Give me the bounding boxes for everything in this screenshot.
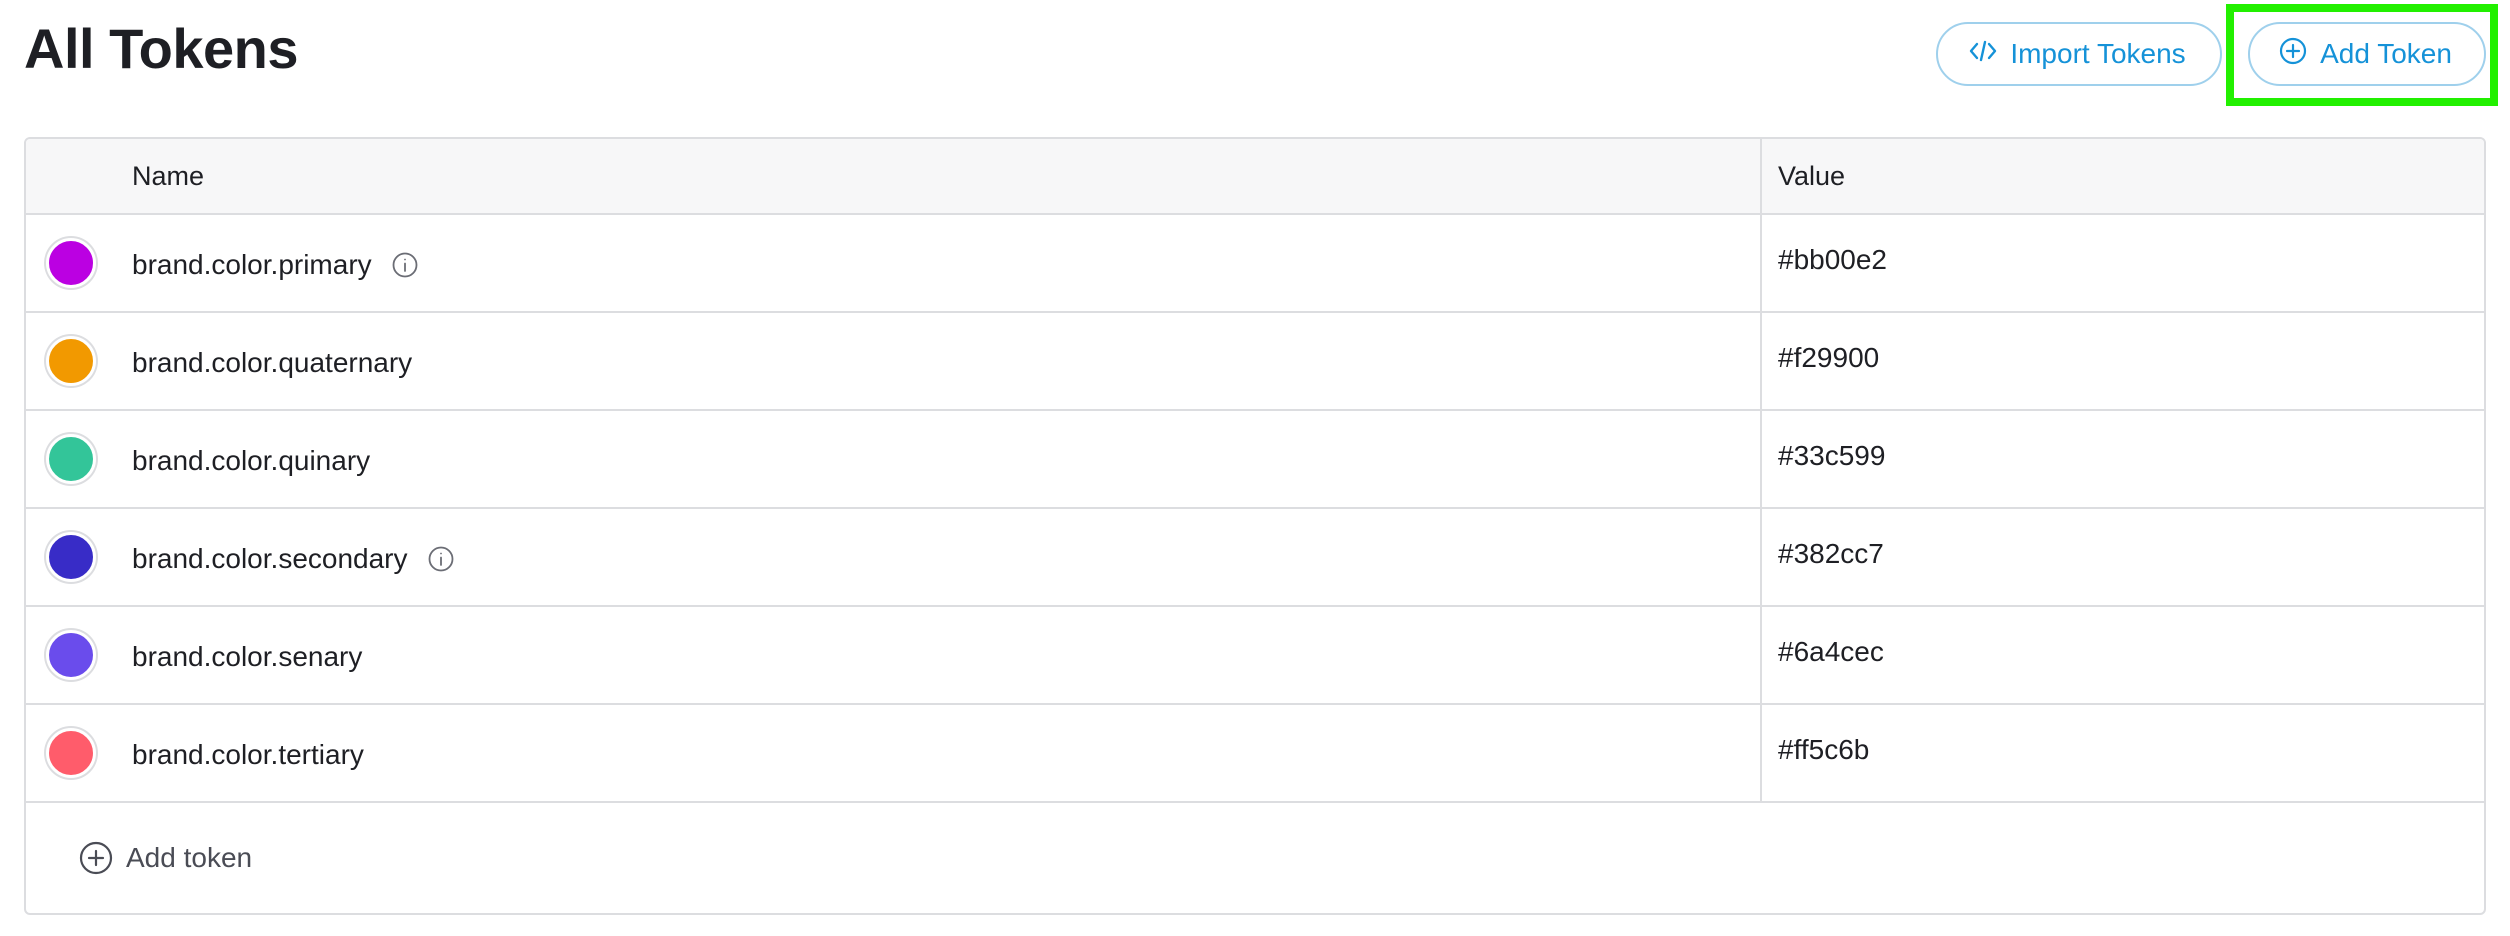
table-row[interactable]: brand.color.tertiary #ff5c6b	[26, 705, 2484, 803]
color-swatch[interactable]	[46, 532, 96, 582]
swatch-cell	[26, 509, 132, 605]
token-name: brand.color.quinary	[132, 445, 371, 476]
token-name: brand.color.secondary	[132, 543, 408, 574]
color-swatch[interactable]	[46, 630, 96, 680]
table-row[interactable]: brand.color.quinary #33c599	[26, 411, 2484, 509]
token-name: brand.color.senary	[132, 641, 363, 672]
token-name-cell: brand.color.secondary	[132, 509, 1762, 605]
token-value: #382cc7	[1778, 538, 1884, 569]
add-token-row[interactable]: Add token	[26, 803, 2484, 913]
plus-circle-icon	[78, 840, 114, 876]
column-header-value: Value	[1778, 160, 1846, 191]
token-name-cell: brand.color.senary	[132, 607, 1762, 703]
color-swatch[interactable]	[46, 434, 96, 484]
import-tokens-button[interactable]: Import Tokens	[1936, 22, 2222, 86]
table-row[interactable]: brand.color.senary #6a4cec	[26, 607, 2484, 705]
add-token-button[interactable]: Add Token	[2248, 22, 2486, 86]
swatch-cell	[26, 313, 132, 409]
color-swatch[interactable]	[46, 336, 96, 386]
code-icon	[1968, 36, 1998, 73]
tokens-table: Name Value brand.color.primary #bb00e2 bra…	[24, 137, 2486, 915]
page-title: All Tokens	[24, 17, 299, 80]
info-icon[interactable]	[426, 544, 456, 574]
table-row[interactable]: brand.color.secondary #382cc7	[26, 509, 2484, 607]
token-value: #f29900	[1778, 342, 1880, 373]
swatch-cell	[26, 215, 132, 311]
table-body: brand.color.primary #bb00e2 brand.color.qu…	[26, 215, 2484, 803]
token-name: brand.color.quaternary	[132, 347, 413, 378]
token-name-cell: brand.color.quinary	[132, 411, 1762, 507]
token-value: #bb00e2	[1778, 244, 1888, 275]
info-icon[interactable]	[390, 250, 420, 280]
add-token-row-label: Add token	[126, 842, 253, 873]
tokens-page: All Tokens Import Tokens Add Token Name …	[0, 0, 2510, 936]
table-header: Name Value	[26, 139, 2484, 215]
import-tokens-label: Import Tokens	[2010, 38, 2186, 69]
token-name: brand.color.tertiary	[132, 739, 364, 770]
table-row[interactable]: brand.color.quaternary #f29900	[26, 313, 2484, 411]
table-row[interactable]: brand.color.primary #bb00e2	[26, 215, 2484, 313]
token-name: brand.color.primary	[132, 249, 372, 280]
swatch-cell	[26, 607, 132, 703]
token-value: #33c599	[1778, 440, 1886, 471]
color-swatch[interactable]	[46, 238, 96, 288]
swatch-cell	[26, 705, 132, 801]
swatch-cell	[26, 411, 132, 507]
column-header-name: Name	[132, 139, 1762, 213]
header-actions: Import Tokens Add Token	[1936, 4, 2498, 106]
color-swatch[interactable]	[46, 728, 96, 778]
header-swatch-cell	[26, 139, 132, 213]
token-value: #ff5c6b	[1778, 734, 1870, 765]
add-token-label: Add Token	[2320, 38, 2452, 69]
token-name-cell: brand.color.primary	[132, 215, 1762, 311]
token-name-cell: brand.color.quaternary	[132, 313, 1762, 409]
plus-circle-icon	[2278, 36, 2308, 73]
token-name-cell: brand.color.tertiary	[132, 705, 1762, 801]
token-value: #6a4cec	[1778, 636, 1884, 667]
add-token-button-wrapper: Add Token	[2226, 4, 2498, 106]
